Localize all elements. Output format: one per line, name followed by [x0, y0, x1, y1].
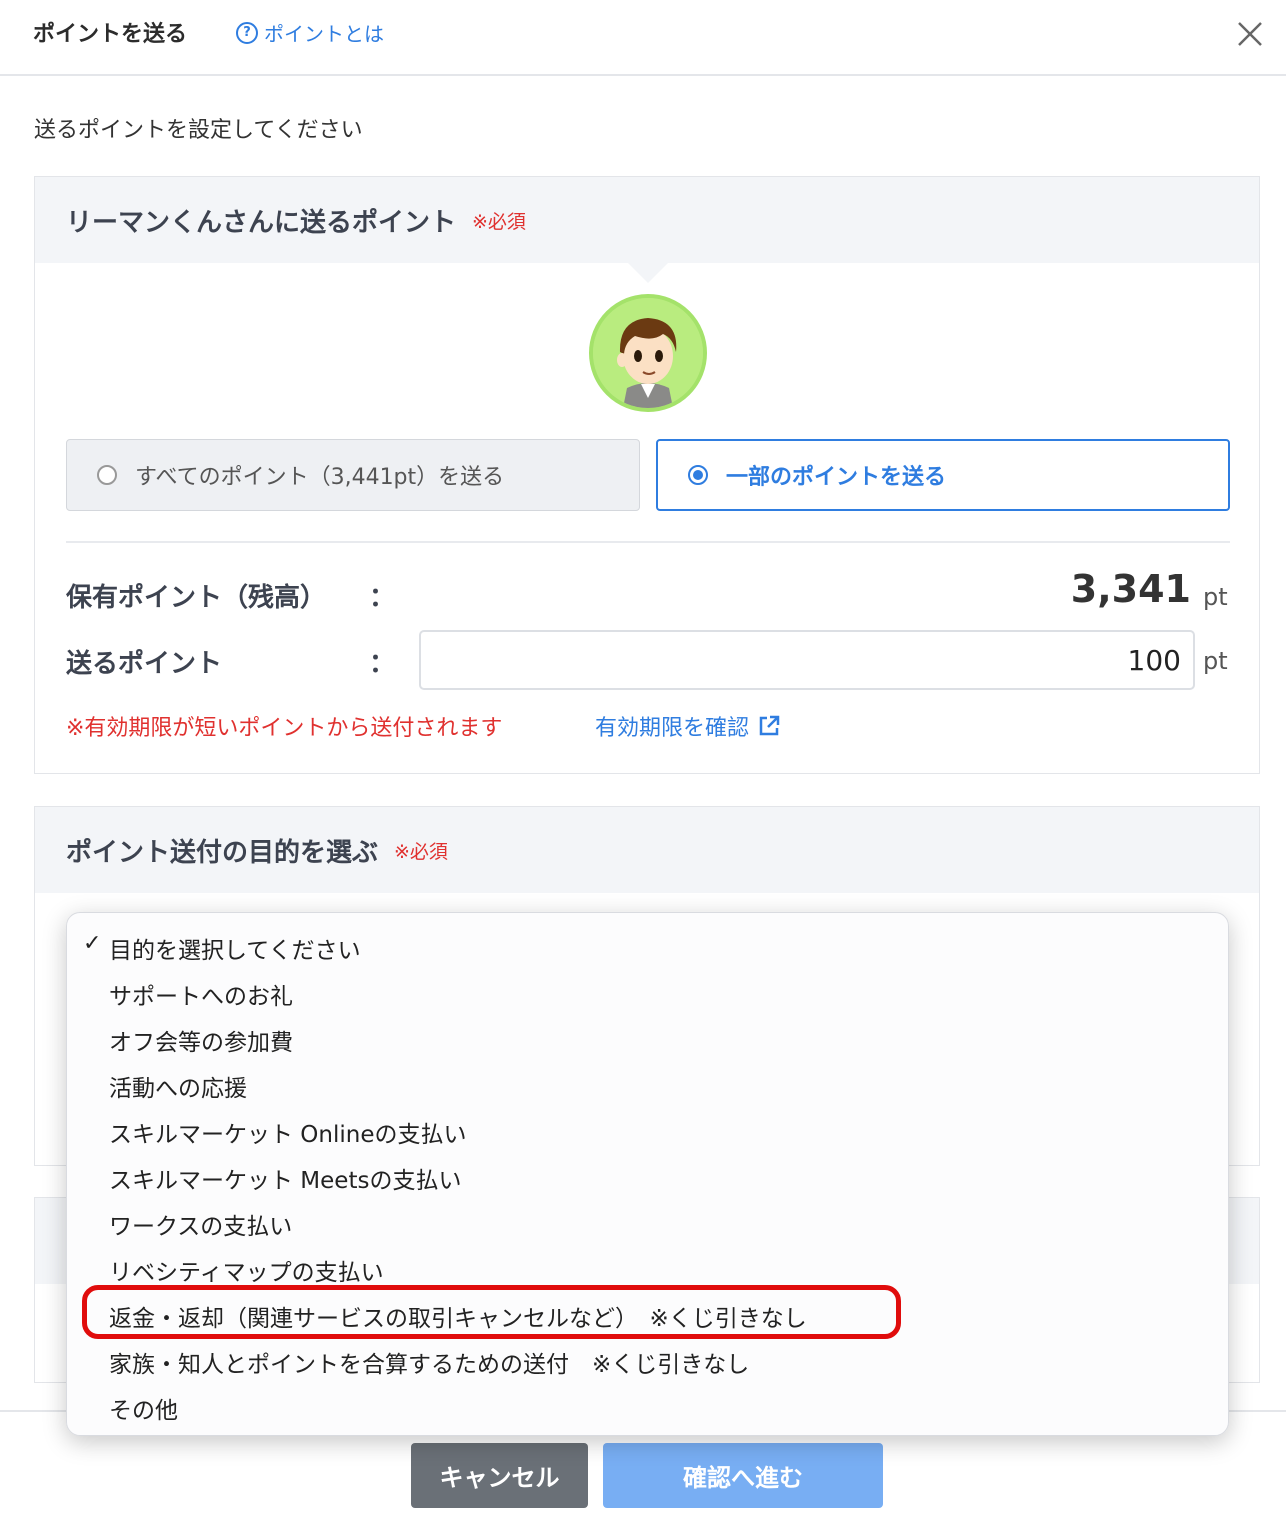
option-send-all[interactable]: すべてのポイント（3,441pt）を送る: [66, 439, 640, 511]
send-amount-colon: ：: [369, 649, 396, 679]
send-amount-input[interactable]: [419, 630, 1195, 690]
radio-send-partial[interactable]: [688, 465, 708, 485]
balance-colon: ：: [369, 583, 396, 613]
dropdown-option[interactable]: 家族・知人とポイントを合算するための送付 ※くじ引きなし: [109, 1345, 749, 1379]
dropdown-option[interactable]: スキルマーケット Meetsの支払い: [109, 1161, 461, 1195]
close-icon[interactable]: [1232, 16, 1268, 52]
dropdown-option[interactable]: オフ会等の参加費: [109, 1023, 293, 1057]
balance-unit: pt: [1203, 583, 1228, 611]
purpose-dropdown[interactable]: ✓ 目的を選択してください サポートへのお礼 オフ会等の参加費 活動への応援 ス…: [66, 912, 1229, 1436]
dropdown-option[interactable]: サポートへのお礼: [109, 977, 293, 1011]
dropdown-option[interactable]: その他: [109, 1391, 178, 1425]
checkmark-icon: ✓: [83, 931, 102, 956]
required-badge: ※必須: [472, 210, 526, 233]
help-link[interactable]: ? ポイントとは: [236, 18, 384, 47]
dropdown-option[interactable]: 活動への応援: [109, 1069, 247, 1103]
send-points-card: リーマンくんさんに送るポイント ※必須 すべてのポイント（3,441pt）を送る…: [34, 176, 1260, 774]
option-send-partial-label: 一部のポイントを送る: [726, 465, 947, 490]
divider: [66, 541, 1230, 543]
send-points-card-header: リーマンくんさんに送るポイント ※必須: [35, 177, 1259, 263]
dropdown-option-label: 目的を選択してください: [109, 938, 361, 964]
dropdown-option[interactable]: ✓ 目的を選択してください: [83, 931, 361, 965]
confirm-button[interactable]: 確認へ進む: [603, 1443, 883, 1508]
option-send-partial[interactable]: 一部のポイントを送る: [656, 439, 1230, 511]
dialog-title: ポイントを送る: [33, 22, 188, 47]
balance-label: 保有ポイント（残高）: [66, 583, 327, 613]
dropdown-option[interactable]: ワークスの支払い: [109, 1207, 292, 1241]
purpose-card-header: ポイント送付の目的を選ぶ ※必須: [35, 807, 1259, 893]
dialog-header: ポイントを送る ? ポイントとは: [0, 0, 1286, 76]
help-icon: ?: [236, 21, 258, 44]
cancel-button[interactable]: キャンセル: [411, 1443, 588, 1508]
radio-send-all[interactable]: [97, 465, 117, 485]
instruction-text: 送るポイントを設定してください: [34, 118, 363, 143]
purpose-required-badge: ※必須: [394, 840, 448, 863]
avatar-illustration: [593, 298, 703, 408]
send-points-title: リーマンくんさんに送るポイント: [66, 207, 457, 238]
avatar: [589, 294, 707, 412]
expiry-warning: ※有効期限が短いポイントから送付されます: [66, 716, 503, 741]
dropdown-option[interactable]: リベシティマップの支払い: [109, 1253, 384, 1287]
highlight-annotation: [82, 1285, 901, 1339]
purpose-title: ポイント送付の目的を選ぶ: [66, 837, 379, 868]
dropdown-option[interactable]: スキルマーケット Onlineの支払い: [109, 1115, 467, 1149]
external-link-icon: [759, 715, 780, 736]
expiry-link-label: 有効期限を確認: [595, 716, 750, 741]
header-notch: [628, 263, 668, 283]
option-send-all-label: すべてのポイント（3,441pt）を送る: [135, 465, 505, 490]
send-amount-label: 送るポイント: [66, 649, 223, 679]
expiry-link[interactable]: 有効期限を確認: [595, 710, 781, 742]
send-amount-unit: pt: [1203, 647, 1228, 675]
balance-value: 3,341: [1070, 567, 1191, 611]
help-link-label: ポイントとは: [264, 22, 384, 46]
